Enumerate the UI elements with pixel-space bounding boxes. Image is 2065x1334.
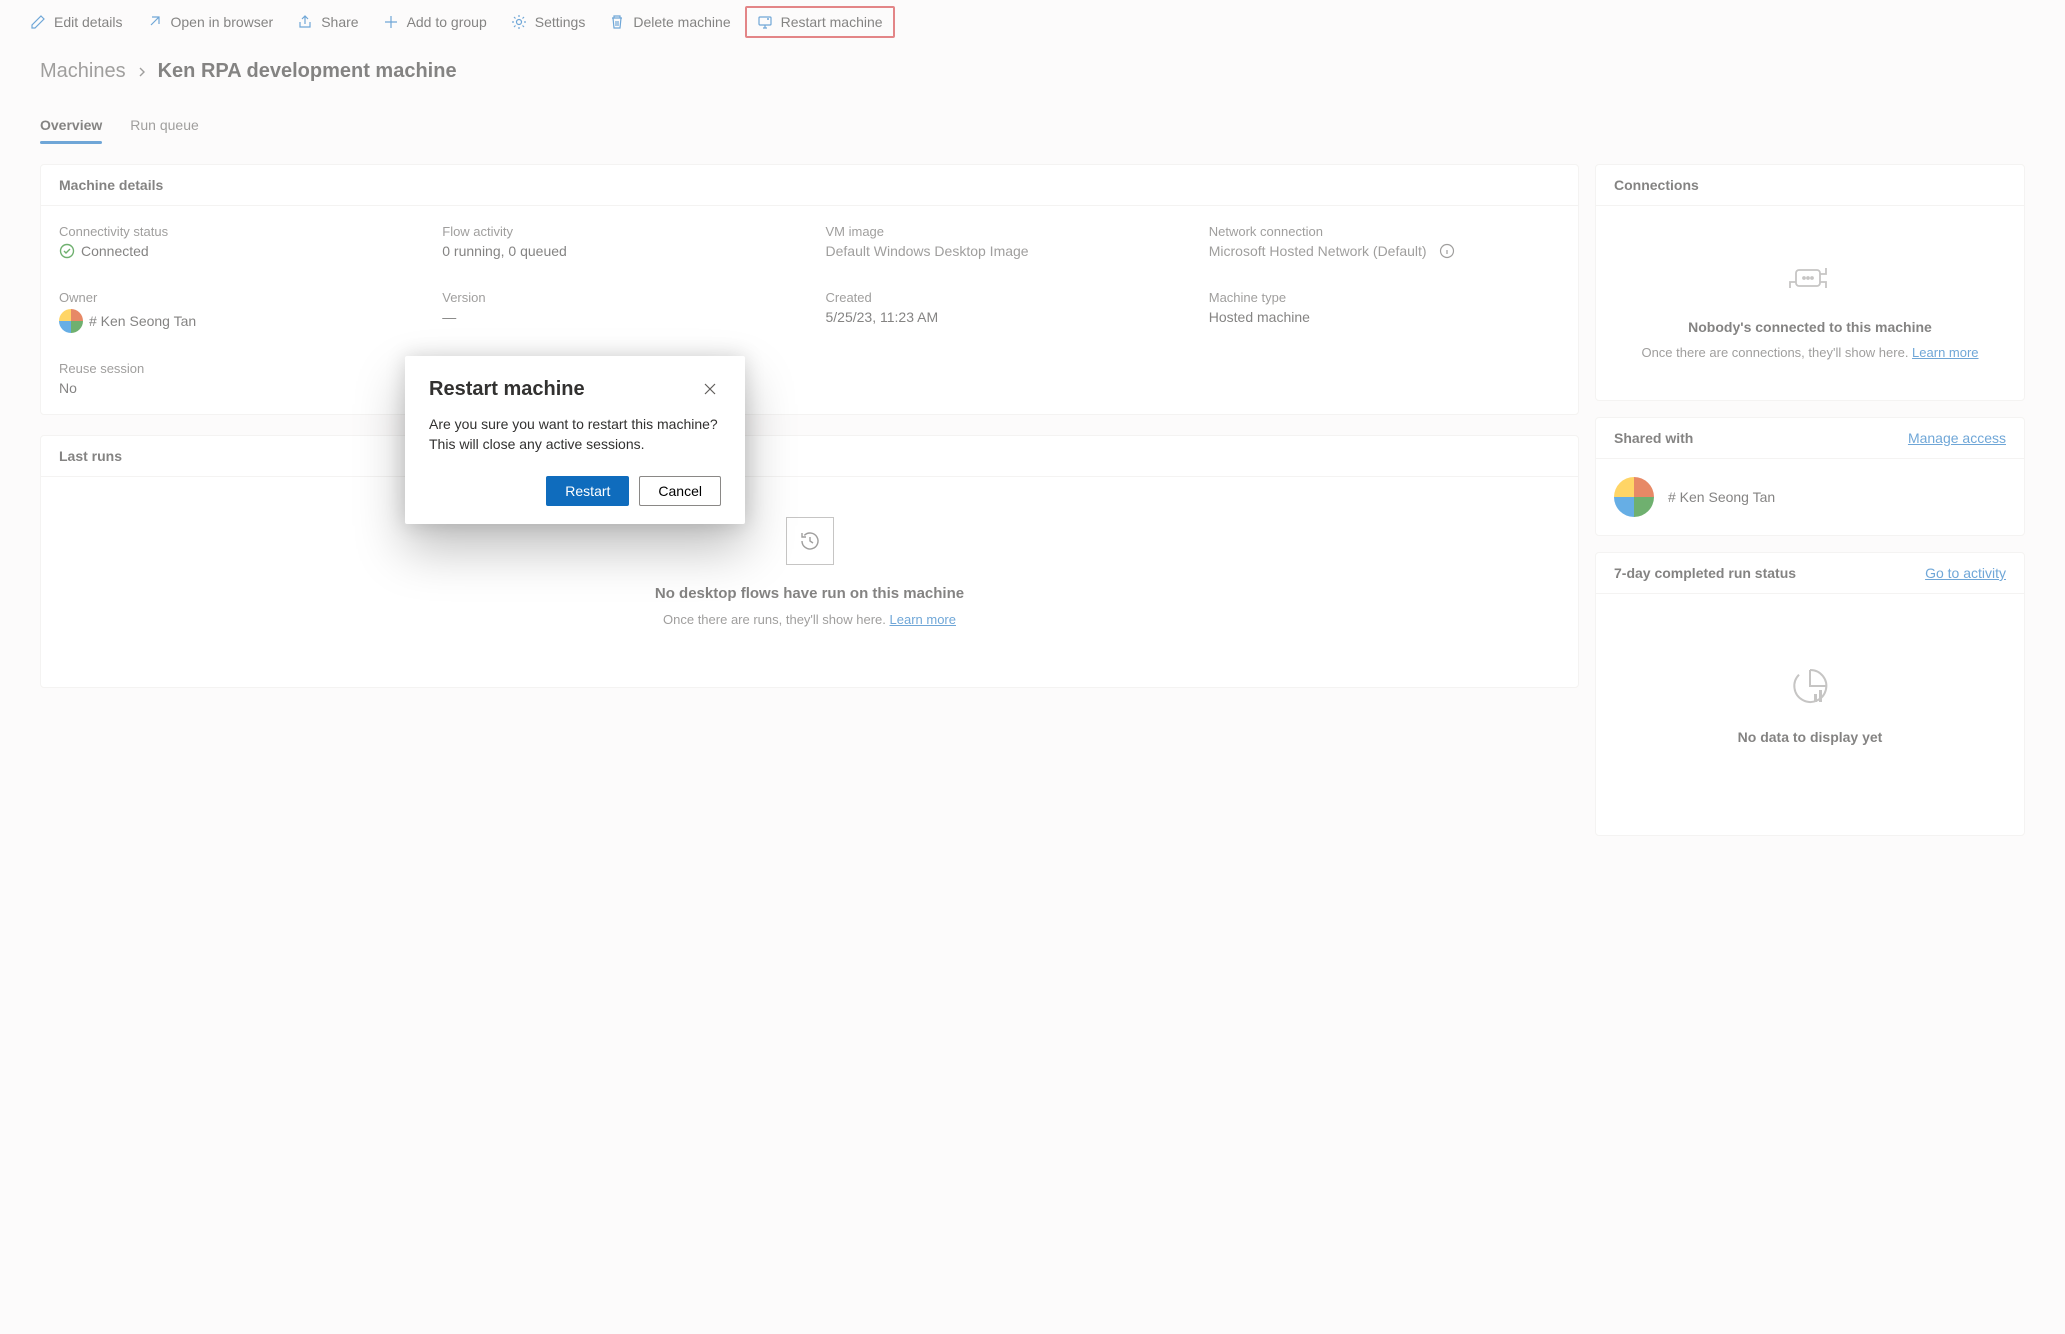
dialog-title: Restart machine xyxy=(429,378,585,401)
dialog-close-button[interactable] xyxy=(699,378,721,400)
close-icon xyxy=(703,382,717,396)
restart-confirm-button[interactable]: Restart xyxy=(546,476,629,506)
restart-dialog: Restart machine Are you sure you want to… xyxy=(405,356,745,524)
dialog-body-text: Are you sure you want to restart this ma… xyxy=(429,415,721,454)
cancel-button[interactable]: Cancel xyxy=(639,476,721,506)
modal-overlay[interactable] xyxy=(0,0,2065,1334)
